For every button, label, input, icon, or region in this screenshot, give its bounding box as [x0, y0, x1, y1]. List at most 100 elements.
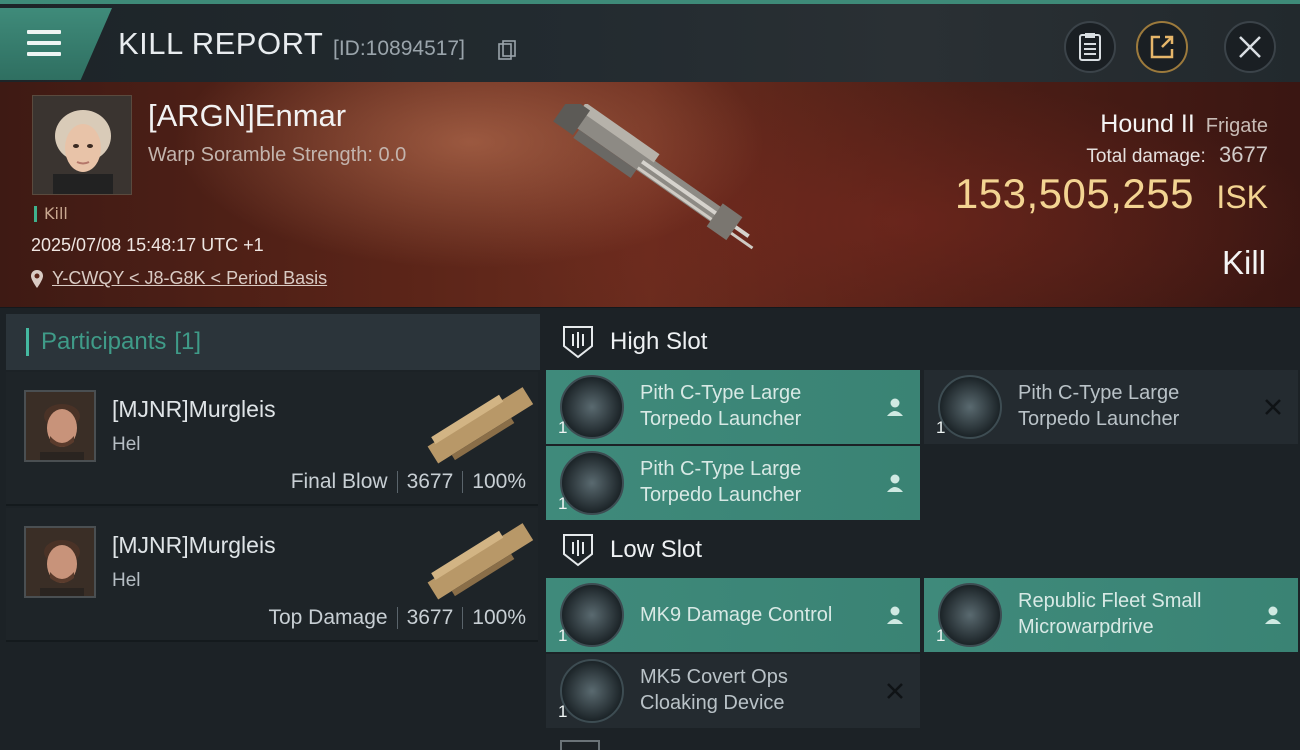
- high-slot-header: High Slot: [546, 312, 707, 372]
- header-accent-bar: [26, 328, 29, 356]
- participant-role: Final Blow: [290, 470, 388, 493]
- participant-ship: Hel: [112, 570, 141, 591]
- total-damage-label: Total damage:: [1086, 146, 1206, 167]
- menu-icon: [27, 30, 61, 63]
- ship-class: Frigate: [1205, 115, 1268, 137]
- menu-button[interactable]: [0, 8, 112, 80]
- stats-separator: [462, 471, 464, 493]
- report-id: [ID:10894517]: [333, 37, 465, 60]
- module-icon: [938, 375, 1002, 439]
- participants-panel: Participants [1] [MJNR]Murgleis Hel Fina…: [0, 308, 540, 750]
- module-name: MK5 Covert Ops Cloaking Device: [640, 666, 788, 714]
- participants-count: [1]: [174, 328, 202, 355]
- clipboard-button[interactable]: [1064, 21, 1116, 73]
- ship-name: Hound II: [1100, 110, 1195, 138]
- high-slot-label: High Slot: [610, 328, 708, 355]
- participant-name[interactable]: [MJNR]Murgleis: [112, 396, 276, 423]
- module-name: Republic Fleet Small Microwarpdrive: [1018, 590, 1202, 638]
- module-quantity: 1: [558, 702, 568, 721]
- module-icon: [560, 451, 624, 515]
- module-name: MK9 Damage Control: [640, 604, 833, 626]
- portrait-image: [26, 392, 94, 460]
- isk-amount: 153,505,255: [954, 170, 1194, 217]
- slot-shield-icon: [563, 534, 593, 567]
- share-icon: [1150, 35, 1174, 59]
- module-item[interactable]: 1 MK9 Damage Control: [546, 578, 920, 652]
- isk-value: 153,505,255 ISK: [955, 170, 1268, 218]
- stats-separator: [396, 607, 398, 629]
- victim-ship-image: [553, 104, 754, 250]
- module-icon: [560, 659, 624, 723]
- participant-ship-image: [427, 523, 534, 600]
- low-slot-header: Low Slot: [546, 520, 702, 580]
- module-item[interactable]: 1 Pith C-Type Large Torpedo Launcher: [546, 446, 920, 520]
- participant-percent: 100%: [472, 606, 526, 629]
- participants-label: Participants: [41, 328, 167, 355]
- clipboard-icon: [1079, 33, 1101, 61]
- module-name: Pith C-Type Large Torpedo Launcher: [1018, 382, 1180, 430]
- pilot-icon: [1265, 606, 1281, 624]
- module-quantity: 1: [558, 418, 568, 437]
- module-name: Pith C-Type Large Torpedo Launcher: [640, 458, 802, 506]
- victim-avatar[interactable]: [32, 95, 132, 195]
- destroyed-x-icon: [887, 683, 903, 699]
- module-item[interactable]: 1 MK5 Covert Ops Cloaking Device: [546, 654, 920, 728]
- stats-separator: [462, 607, 464, 629]
- slot-shield-icon: [563, 326, 593, 359]
- participant-row[interactable]: [MJNR]Murgleis Hel Top Damage 3677 100%: [6, 508, 538, 642]
- close-button[interactable]: [1224, 21, 1276, 73]
- portrait-image: [26, 528, 94, 596]
- module-icon: [560, 375, 624, 439]
- victim-name[interactable]: [ARGN]Enmar: [148, 98, 346, 134]
- participant-damage: 3677: [406, 470, 454, 493]
- kill-location[interactable]: Y-CWQY < J8-G8K < Period Basis: [30, 268, 327, 289]
- module-item[interactable]: 1 Republic Fleet Small Microwarpdrive: [924, 578, 1298, 652]
- share-button[interactable]: [1136, 21, 1188, 73]
- module-quantity: 1: [558, 494, 568, 513]
- fitting-panel: High Slot 1 Pith C-Type Large Torpedo La…: [540, 308, 1300, 750]
- stats-separator: [396, 471, 398, 493]
- isk-unit: ISK: [1216, 179, 1268, 215]
- participant-stats: Final Blow 3677 100%: [291, 470, 526, 494]
- module-quantity: 1: [936, 418, 946, 437]
- victim-banner: [ARGN]Enmar Warp Soramble Strength: 0.0 …: [0, 82, 1300, 307]
- pilot-icon: [887, 398, 903, 416]
- participant-damage: 3677: [406, 606, 454, 629]
- page-title: KILL REPORT: [118, 26, 324, 61]
- participant-avatar: [24, 526, 96, 598]
- module-icon: [938, 583, 1002, 647]
- kill-datetime: 2025/07/08 15:48:17 UTC +1: [31, 235, 264, 255]
- kill-tag: Kill: [34, 206, 68, 222]
- participant-name[interactable]: [MJNR]Murgleis: [112, 532, 276, 559]
- kill-result: Kill: [1221, 244, 1266, 281]
- next-slot-header-partial: [560, 740, 600, 750]
- victim-ship[interactable]: Hound II Frigate: [1100, 110, 1268, 139]
- participant-ship-image: [427, 387, 534, 464]
- participant-avatar: [24, 390, 96, 462]
- warp-scramble-strength: Warp Soramble Strength: 0.0: [148, 144, 407, 166]
- participant-role: Top Damage: [268, 606, 388, 629]
- low-slot-label: Low Slot: [610, 536, 703, 563]
- module-icon: [560, 583, 624, 647]
- total-damage: Total damage: 3677: [1086, 142, 1268, 168]
- top-bar: KILL REPORT [ID:10894517]: [0, 0, 1300, 82]
- module-quantity: 1: [936, 626, 946, 645]
- pilot-icon: [887, 606, 903, 624]
- location-link[interactable]: Y-CWQY < J8-G8K < Period Basis: [52, 268, 327, 289]
- destroyed-x-icon: [1265, 399, 1281, 415]
- module-item[interactable]: 1 Pith C-Type Large Torpedo Launcher: [546, 370, 920, 444]
- total-damage-value: 3677: [1219, 142, 1268, 167]
- module-name: Pith C-Type Large Torpedo Launcher: [640, 382, 802, 430]
- participant-row[interactable]: [MJNR]Murgleis Hel Final Blow 3677 100%: [6, 372, 538, 506]
- module-item[interactable]: 1 Pith C-Type Large Torpedo Launcher: [924, 370, 1298, 444]
- location-pin-icon: [31, 269, 43, 288]
- portrait-image: [33, 96, 131, 194]
- close-icon: [1239, 36, 1261, 58]
- participant-percent: 100%: [472, 470, 526, 493]
- pilot-icon: [887, 474, 903, 492]
- copy-icon[interactable]: [498, 40, 516, 60]
- participants-header: Participants [1]: [6, 314, 540, 370]
- participant-stats: Top Damage 3677 100%: [268, 606, 526, 630]
- participant-ship: Hel: [112, 434, 141, 455]
- module-quantity: 1: [558, 626, 568, 645]
